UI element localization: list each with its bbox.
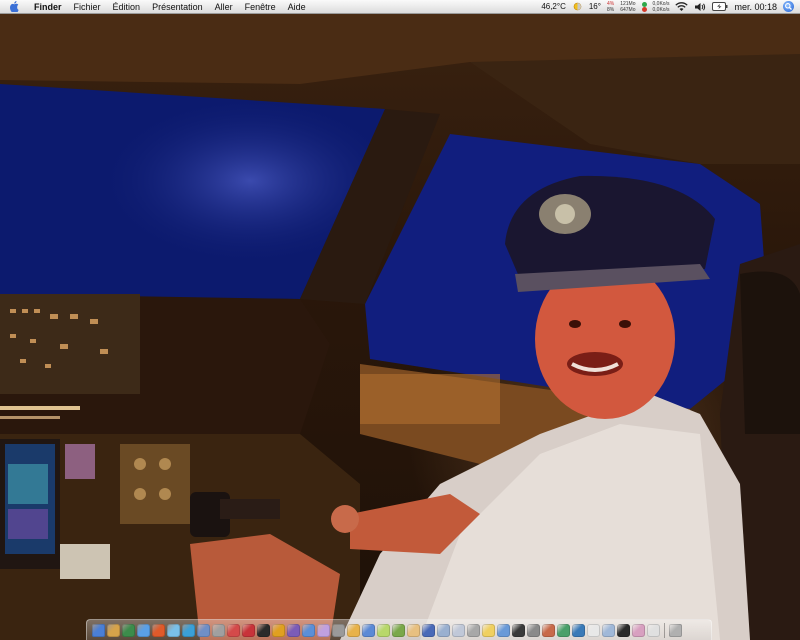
- red-dot-icon: [641, 6, 647, 12]
- finder-icon[interactable]: [92, 623, 105, 637]
- menu-bar: Finder Fichier Édition Présentation Alle…: [0, 0, 800, 14]
- desktop-wallpaper: [0, 14, 800, 640]
- music-icon[interactable]: [632, 623, 645, 637]
- earth-icon[interactable]: [572, 623, 585, 637]
- weather-sun-icon[interactable]: [572, 1, 583, 12]
- graphic-icon[interactable]: [317, 623, 330, 637]
- skype-icon[interactable]: [182, 623, 195, 637]
- clock-icon[interactable]: [647, 623, 660, 637]
- cpu-usage-value-2: 8%: [606, 6, 615, 13]
- network-down: 0,0Ko/s: [652, 6, 670, 13]
- globe-icon[interactable]: [137, 623, 150, 637]
- volume-icon[interactable]: [694, 2, 706, 12]
- cpu-temperature[interactable]: 46,2°C: [541, 2, 566, 11]
- dashboard-icon[interactable]: [107, 623, 120, 637]
- mail-icon[interactable]: [302, 623, 315, 637]
- pdf-icon[interactable]: [242, 623, 255, 637]
- photo2-icon[interactable]: [542, 623, 555, 637]
- settings-icon[interactable]: [332, 623, 345, 637]
- trash-icon[interactable]: [669, 623, 682, 637]
- menu-edition[interactable]: Édition: [107, 0, 147, 14]
- game-icon[interactable]: [152, 623, 165, 637]
- sparkle-icon[interactable]: [482, 623, 495, 637]
- memory-meter[interactable]: 121Mo 647Mo: [620, 1, 635, 13]
- weather-temperature[interactable]: 16°: [589, 2, 601, 11]
- menu-aller[interactable]: Aller: [209, 0, 239, 14]
- cockpit-photo: [0, 14, 800, 640]
- cpu-usage-meter[interactable]: 4% 8%: [607, 1, 614, 13]
- image-icon[interactable]: [287, 623, 300, 637]
- book-icon[interactable]: [587, 623, 600, 637]
- trash-small-icon[interactable]: [467, 623, 480, 637]
- chat-icon[interactable]: [167, 623, 180, 637]
- wifi-icon[interactable]: [675, 1, 689, 12]
- memory-free: 647Mo: [620, 6, 636, 13]
- bird-icon[interactable]: [347, 623, 360, 637]
- menu-aide[interactable]: Aide: [282, 0, 312, 14]
- pencil-icon[interactable]: [407, 623, 420, 637]
- status-dots: [641, 1, 647, 12]
- menu-fenetre[interactable]: Fenêtre: [239, 0, 282, 14]
- menu-extras: 46,2°C 16° 4% 8% 121Mo 647Mo 0,0Ko/s 0,0…: [541, 0, 800, 14]
- menu-clock[interactable]: mer. 00:18: [734, 2, 777, 12]
- spotlight-icon[interactable]: [783, 1, 794, 12]
- airplane-icon[interactable]: [602, 623, 615, 637]
- green-dot-icon: [641, 1, 647, 7]
- email-icon[interactable]: [452, 623, 465, 637]
- network-icon[interactable]: [212, 623, 225, 637]
- airport-icon[interactable]: [437, 623, 450, 637]
- gear-icon[interactable]: [527, 623, 540, 637]
- flower-icon[interactable]: [377, 623, 390, 637]
- battery-icon[interactable]: [712, 2, 728, 11]
- search-icon[interactable]: [497, 623, 510, 637]
- menu-app-finder[interactable]: Finder: [28, 0, 68, 14]
- calendar-icon[interactable]: [227, 623, 240, 637]
- grid-icon[interactable]: [512, 623, 525, 637]
- folder-icon[interactable]: [362, 623, 375, 637]
- hq-icon[interactable]: [617, 623, 630, 637]
- network-meter[interactable]: 0,0Ko/s 0,0Ko/s: [653, 1, 670, 13]
- photo-icon[interactable]: [392, 623, 405, 637]
- compass-icon[interactable]: [422, 623, 435, 637]
- dock-separator: [664, 622, 665, 638]
- menu-presentation[interactable]: Présentation: [146, 0, 209, 14]
- dock: [86, 619, 712, 640]
- menu-fichier[interactable]: Fichier: [68, 0, 107, 14]
- safari-icon[interactable]: [197, 623, 210, 637]
- butterfly-icon[interactable]: [272, 623, 285, 637]
- lens-icon[interactable]: [557, 623, 570, 637]
- people-icon[interactable]: [122, 623, 135, 637]
- terminal-icon[interactable]: [257, 623, 270, 637]
- apple-icon[interactable]: [10, 1, 20, 13]
